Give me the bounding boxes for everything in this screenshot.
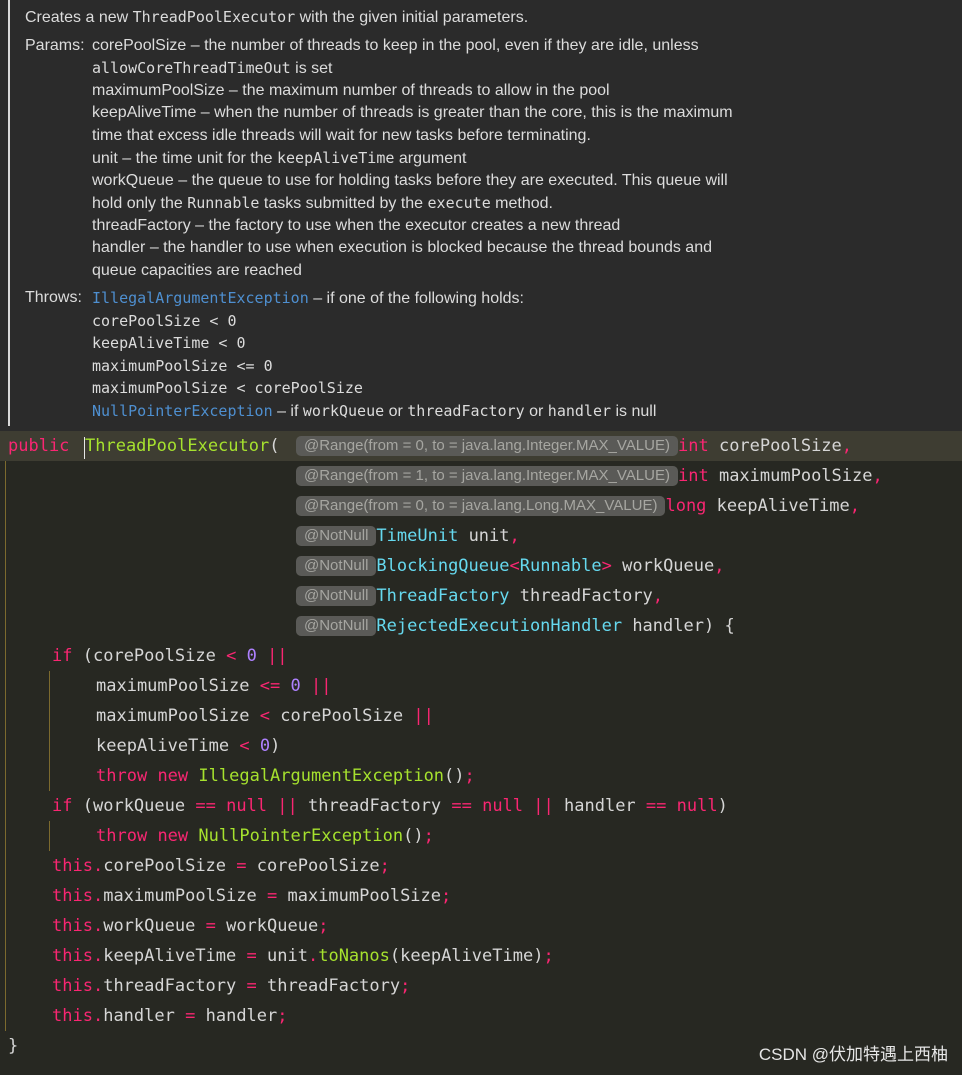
code-editor[interactable]: public ThreadPoolExecutor( @Range(from =… [0, 431, 962, 1075]
throws-cond-1: corePoolSize < 0 [92, 312, 237, 330]
param-maximumpoolsize: maximumPoolSize – the maximum number of … [92, 82, 610, 99]
code-line-assign[interactable]: this.maximumPoolSize = maximumPoolSize; [0, 881, 962, 911]
code-line-param[interactable]: @Range(from = 0, to = java.lang.Long.MAX… [0, 491, 962, 521]
code-line-if[interactable]: if (workQueue == null || threadFactory =… [0, 791, 962, 821]
param-keepalivetime-cont: time that excess idle threads will wait … [92, 127, 591, 144]
inlay-hint-notnull: @NotNull [296, 616, 377, 636]
code-line-cond[interactable]: maximumPoolSize < corePoolSize || [0, 701, 962, 731]
code-line-param[interactable]: @NotNull ThreadFactory threadFactory, [0, 581, 962, 611]
inlay-hint-notnull: @NotNull [296, 526, 377, 546]
code-line-cond[interactable]: keepAliveTime < 0) [0, 731, 962, 761]
code-line-param[interactable]: @NotNull RejectedExecutionHandler handler… [0, 611, 962, 641]
illegal-argument-exception-link[interactable]: IllegalArgumentException [92, 289, 309, 307]
inlay-hint-range: @Range(from = 0, to = java.lang.Integer.… [296, 436, 678, 456]
code-line-throw[interactable]: throw new IllegalArgumentException(); [0, 761, 962, 791]
param-workqueue: workQueue – the queue to use for holding… [92, 172, 728, 189]
param-corepoolsize-cont: allowCoreThreadTimeOut is set [92, 59, 333, 77]
throws-cond-3: maximumPoolSize <= 0 [92, 357, 273, 375]
code-line-assign[interactable]: this.corePoolSize = corePoolSize; [0, 851, 962, 881]
code-line-signature[interactable]: public ThreadPoolExecutor( @Range(from =… [0, 431, 962, 461]
param-threadfactory: threadFactory – the factory to use when … [92, 217, 621, 234]
code-line-assign[interactable]: this.workQueue = workQueue; [0, 911, 962, 941]
code-line-if[interactable]: if (corePoolSize < 0 || [0, 641, 962, 671]
param-keepalivetime: keepAliveTime – when the number of threa… [92, 104, 733, 121]
code-line-param[interactable]: @NotNull TimeUnit unit, [0, 521, 962, 551]
inlay-hint-range: @Range(from = 0, to = java.lang.Long.MAX… [296, 496, 666, 516]
param-workqueue-cont: hold only the Runnable tasks submitted b… [92, 194, 553, 212]
throws-cond-2: keepAliveTime < 0 [92, 334, 246, 352]
null-pointer-exception-link[interactable]: NullPointerException [92, 402, 273, 420]
watermark: CSDN @伏加特遇上西柚 [758, 1045, 948, 1064]
code-line-assign[interactable]: this.threadFactory = threadFactory; [0, 971, 962, 1001]
throws-cond-4: maximumPoolSize < corePoolSize [92, 379, 363, 397]
throws-label: Throws: [25, 289, 82, 306]
param-unit: unit – the time unit for the keepAliveTi… [92, 149, 467, 167]
inlay-hint-notnull: @NotNull [296, 556, 377, 576]
param-handler-cont: queue capacities are reached [92, 262, 302, 279]
inlay-hint-notnull: @NotNull [296, 586, 377, 606]
quick-documentation-popup: Creates a new ThreadPoolExecutor with th… [0, 0, 962, 431]
inlay-hint-range: @Range(from = 1, to = java.lang.Integer.… [296, 466, 678, 486]
doc-summary: Creates a new ThreadPoolExecutor with th… [25, 8, 529, 26]
throws-npe: NullPointerException – if workQueue or t… [92, 402, 657, 420]
code-line-throw[interactable]: throw new NullPointerException(); [0, 821, 962, 851]
throws-iae: IllegalArgumentException – if one of the… [92, 289, 524, 307]
code-line-param[interactable]: @NotNull BlockingQueue<Runnable> workQueu… [0, 551, 962, 581]
code-line-assign[interactable]: this.handler = handler; [0, 1001, 962, 1031]
code-line-cond[interactable]: maximumPoolSize <= 0 || [0, 671, 962, 701]
code-line-param[interactable]: @Range(from = 1, to = java.lang.Integer.… [0, 461, 962, 491]
params-label: Params: [25, 37, 85, 54]
param-handler: handler – the handler to use when execut… [92, 239, 712, 256]
code-line-assign[interactable]: this.keepAliveTime = unit.toNanos(keepAl… [0, 941, 962, 971]
doc-left-border [8, 0, 10, 426]
param-corepoolsize: corePoolSize – the number of threads to … [92, 37, 699, 54]
